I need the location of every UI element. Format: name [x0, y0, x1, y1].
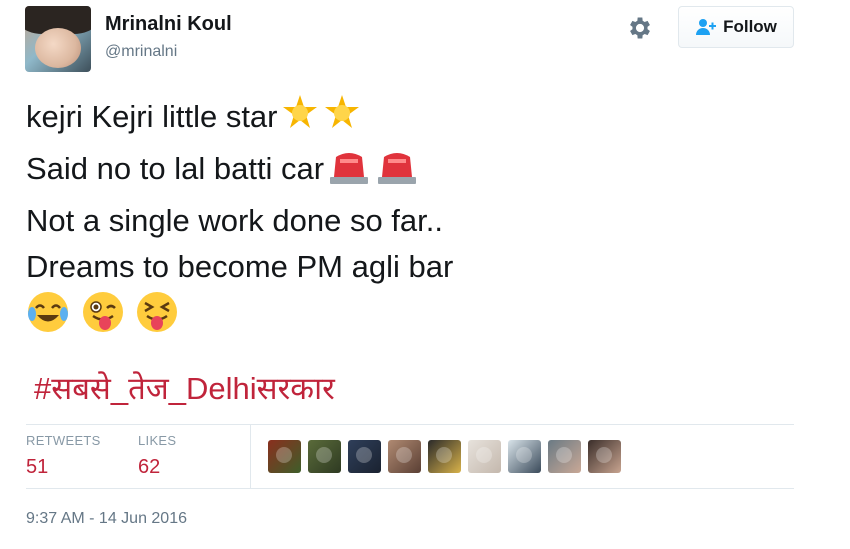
stats-divider-top — [26, 424, 794, 425]
tweet-line-2-text: Said no to lal batti car — [26, 151, 325, 186]
tweet-text: kejri Kejri little star Said no to lal b… — [26, 93, 806, 340]
liker-avatar[interactable] — [308, 440, 341, 473]
liker-avatar[interactable] — [468, 440, 501, 473]
liker-avatar[interactable] — [428, 440, 461, 473]
tweet-line-5 — [26, 290, 806, 340]
likes-count: 62 — [138, 456, 161, 478]
stats-separator — [250, 425, 251, 488]
avatar-face — [35, 28, 81, 68]
glowing-star-emoji-icon — [280, 93, 320, 146]
hashtag-link[interactable]: #सबसे_तेज_Delhiसरकार — [34, 367, 335, 409]
joy-face-emoji-icon — [26, 290, 70, 347]
liker-avatar[interactable] — [508, 440, 541, 473]
user-handle[interactable]: @mrinalni — [105, 43, 177, 61]
liker-avatar[interactable] — [268, 440, 301, 473]
liker-avatar[interactable] — [548, 440, 581, 473]
likes-label: LIKES — [138, 433, 177, 448]
liker-avatar[interactable] — [388, 440, 421, 473]
tweet-line-4: Dreams to become PM agli bar — [26, 249, 454, 284]
glowing-star-emoji-icon — [322, 93, 362, 146]
gear-icon[interactable] — [626, 14, 654, 42]
stats-divider-bottom — [26, 488, 794, 489]
follow-button-label: Follow — [723, 17, 777, 36]
liker-avatar[interactable] — [588, 440, 621, 473]
liker-avatar[interactable] — [348, 440, 381, 473]
likes-stat[interactable]: LIKES 62 — [138, 433, 176, 479]
user-name[interactable]: Mrinalni Koul — [105, 13, 232, 36]
retweets-count: 51 — [26, 456, 49, 478]
police-light-emoji-icon — [326, 149, 372, 198]
user-avatar[interactable] — [25, 6, 91, 72]
tweet-timestamp[interactable]: 9:37 AM - 14 Jun 2016 — [26, 510, 187, 528]
likers-avatars — [268, 440, 621, 473]
winking-tongue-face-emoji-icon — [81, 290, 125, 347]
tweet-line-2: Said no to lal batti car — [26, 146, 806, 198]
police-light-emoji-icon — [374, 149, 420, 198]
tweet-line-1-text: kejri Kejri little star — [26, 99, 278, 134]
tweet-line-1: kejri Kejri little star — [26, 93, 806, 146]
add-user-icon — [696, 19, 717, 35]
retweets-label: RETWEETS — [26, 433, 101, 448]
tweet-line-3: Not a single work done so far.. — [26, 203, 444, 238]
follow-button[interactable]: Follow — [678, 6, 794, 48]
squinting-tongue-face-emoji-icon — [135, 290, 179, 347]
retweets-stat[interactable]: RETWEETS 51 — [26, 433, 101, 479]
